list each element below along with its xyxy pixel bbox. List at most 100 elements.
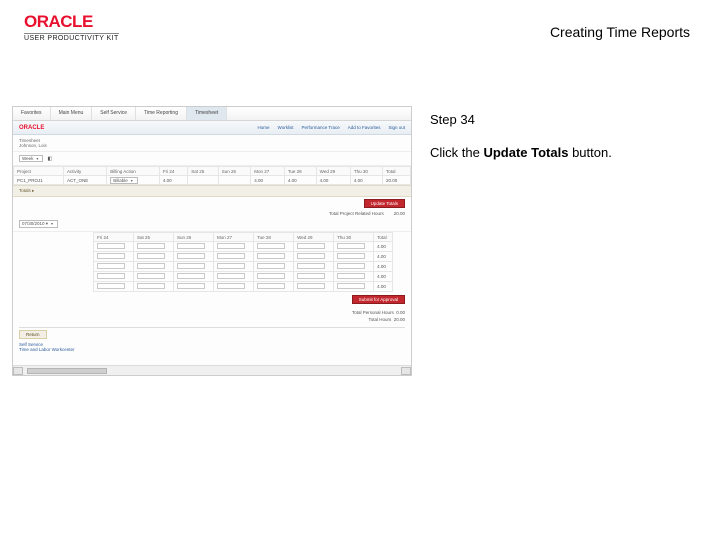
step-body-suffix: button. (568, 145, 611, 160)
hours-input[interactable] (257, 263, 285, 269)
tab-time-reporting[interactable]: Time Reporting (136, 107, 187, 120)
col-wed: Wed 29 (316, 167, 350, 176)
p-col-sat: Sat 25 (134, 233, 174, 242)
p-col-thu: Thu 30 (334, 233, 374, 242)
personal-hours-table: Fri 24 Sat 25 Sun 26 Mon 27 Tue 28 Wed 2… (93, 232, 393, 292)
hours-input[interactable] (217, 253, 245, 259)
tab-timesheet[interactable]: Timesheet (187, 107, 227, 120)
hours-input[interactable] (97, 243, 125, 249)
cell-total: 20.00 (383, 176, 411, 185)
hours-input[interactable] (177, 253, 205, 259)
period-select[interactable]: Week (19, 155, 43, 162)
hours-input[interactable] (257, 273, 285, 279)
hours-input[interactable] (297, 263, 325, 269)
app-oracle-logo: ORACLE (19, 125, 44, 131)
hours-input[interactable] (337, 243, 365, 249)
table-row: 4.00 (94, 242, 393, 252)
tab-self-service[interactable]: Self Service (92, 107, 136, 120)
hours-input[interactable] (297, 253, 325, 259)
hours-input[interactable] (337, 283, 365, 289)
calendar-icon[interactable]: ◧ (47, 156, 52, 162)
hours-input[interactable] (297, 243, 325, 249)
tab-favorites[interactable]: Favorites (13, 107, 51, 120)
hours-input[interactable] (177, 243, 205, 249)
col-total: Total (383, 167, 411, 176)
cell-tue[interactable]: 4.00 (284, 176, 316, 185)
footer-link-tl-workcenter[interactable]: Time and Labor Workcenter (19, 347, 405, 352)
period-panel: Week ◧ (13, 152, 411, 166)
hours-input[interactable] (137, 273, 165, 279)
update-totals-button[interactable]: Update Totals (364, 199, 405, 208)
nav-add-favorites[interactable]: Add to Favorites (348, 125, 381, 130)
hours-input[interactable] (337, 273, 365, 279)
hours-input[interactable] (137, 243, 165, 249)
hours-input[interactable] (97, 263, 125, 269)
total-project-hours-value: 20.00 (394, 211, 405, 216)
hours-input[interactable] (177, 273, 205, 279)
return-button[interactable]: Return (19, 330, 47, 339)
app-brandbar: ORACLE Home Worklist Performance Trace A… (13, 121, 411, 135)
nav-sign-out[interactable]: Sign out (388, 125, 405, 130)
scroll-right-icon[interactable] (401, 367, 411, 375)
hours-input[interactable] (297, 273, 325, 279)
p-col-mon: Mon 27 (214, 233, 254, 242)
brand-block: ORACLE USER PRODUCTIVITY KIT (24, 12, 119, 42)
p-col-total: Total (374, 233, 393, 242)
hours-input[interactable] (217, 273, 245, 279)
app-breadcrumb-tabs: Favorites Main Menu Self Service Time Re… (13, 107, 411, 121)
total-project-hours-label: Total Project Related Hours (329, 211, 384, 216)
hours-input[interactable] (137, 263, 165, 269)
cell-fri[interactable]: 4.00 (159, 176, 187, 185)
horizontal-scrollbar[interactable] (13, 365, 411, 375)
nav-worklist[interactable]: Worklist (278, 125, 294, 130)
hours-input[interactable] (337, 253, 365, 259)
col-sat: Sat 25 (188, 167, 219, 176)
col-thu: Thu 30 (350, 167, 382, 176)
nav-home[interactable]: Home (258, 125, 270, 130)
hours-input[interactable] (137, 253, 165, 259)
col-tue: Tue 28 (284, 167, 316, 176)
hours-input[interactable] (217, 243, 245, 249)
table-row: 4.00 (94, 262, 393, 272)
cell-thu[interactable]: 4.00 (350, 176, 382, 185)
hours-input[interactable] (177, 283, 205, 289)
tab-main-menu[interactable]: Main Menu (51, 107, 93, 120)
summary-label-total: Total Hours (368, 317, 391, 322)
hours-input[interactable] (257, 253, 285, 259)
table-row: 4.00 (94, 282, 393, 292)
hours-input[interactable] (257, 283, 285, 289)
hours-input[interactable] (137, 283, 165, 289)
scroll-thumb[interactable] (27, 368, 107, 374)
hours-input[interactable] (297, 283, 325, 289)
date-panel: 07/30/2010 ▾ (13, 217, 411, 232)
scroll-left-icon[interactable] (13, 367, 23, 375)
col-mon: Mon 27 (251, 167, 285, 176)
row-total: 4.00 (374, 282, 393, 292)
page-title: Creating Time Reports (550, 24, 690, 40)
date-select[interactable]: 07/30/2010 ▾ (19, 220, 58, 228)
step-number: Step 34 (430, 112, 680, 127)
submit-for-approval-button[interactable]: Submit for Approval (352, 295, 405, 304)
row-total: 4.00 (374, 252, 393, 262)
hours-input[interactable] (177, 263, 205, 269)
hours-input[interactable] (257, 243, 285, 249)
billing-select[interactable]: Billable (110, 177, 138, 184)
cell-wed[interactable]: 4.00 (316, 176, 350, 185)
hours-input[interactable] (217, 283, 245, 289)
summary-value-personal: 0.00 (396, 310, 405, 315)
hours-input[interactable] (97, 273, 125, 279)
cell-sun[interactable] (218, 176, 250, 185)
table-row: PC1_PROJ1 ACT_ONE Billable 4.00 4.00 4.0… (14, 176, 411, 185)
hours-input[interactable] (97, 283, 125, 289)
hours-input[interactable] (97, 253, 125, 259)
cell-sat[interactable] (188, 176, 219, 185)
heading-employee-name: Johnson, Lois (19, 143, 405, 148)
nav-perf-trace[interactable]: Performance Trace (301, 125, 339, 130)
summary-value-total: 20.00 (394, 317, 405, 322)
totals-section-tab[interactable]: Totals ▸ (13, 185, 411, 197)
cell-mon[interactable]: 4.00 (251, 176, 285, 185)
oracle-logo: ORACLE (24, 12, 119, 32)
hours-input[interactable] (337, 263, 365, 269)
cell-activity: ACT_ONE (64, 176, 107, 185)
hours-input[interactable] (217, 263, 245, 269)
